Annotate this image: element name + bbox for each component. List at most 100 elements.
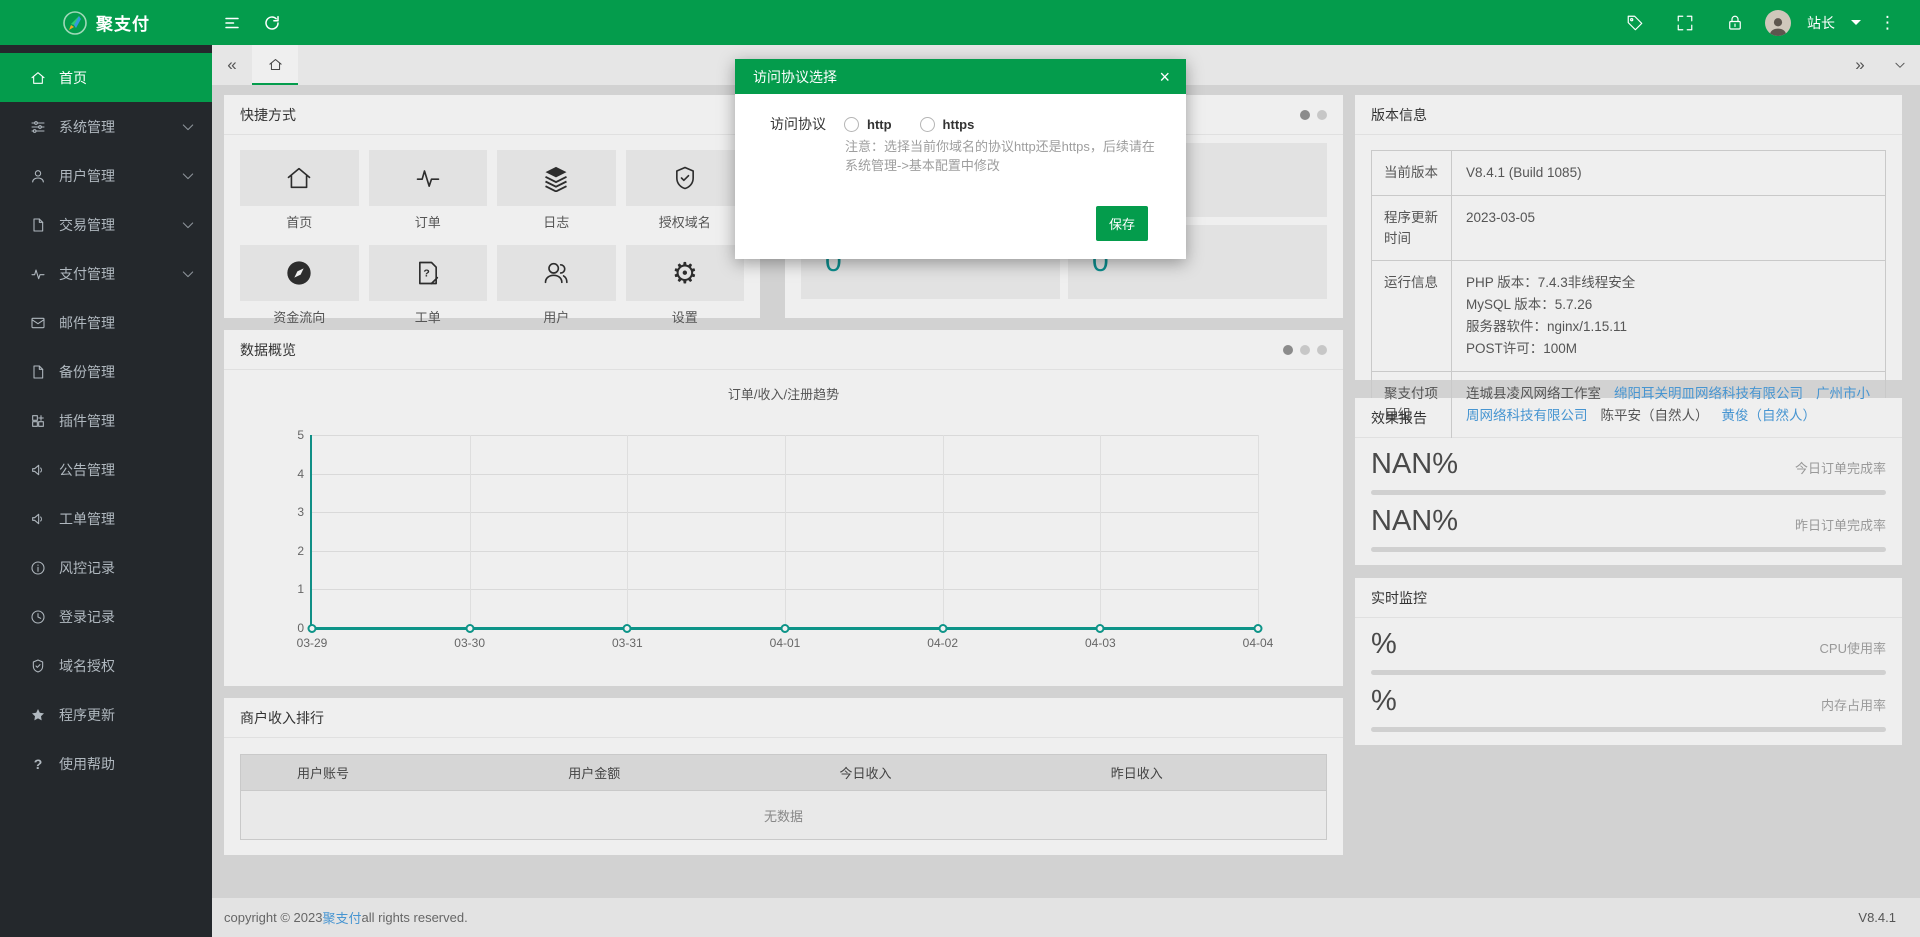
- carousel-dot[interactable]: [1317, 110, 1327, 120]
- sidebar: 首页 系统管理 用户管理 交易管理 支付管理 邮件管理 备份管理: [0, 45, 212, 937]
- chevron-down-icon: [180, 119, 196, 135]
- shield-check-icon: [30, 658, 46, 674]
- quick-item-settings[interactable]: ⚙ 设置: [626, 245, 745, 326]
- topbar-right: 站长 ⋮: [1615, 0, 1920, 45]
- carousel-dot[interactable]: [1300, 110, 1310, 120]
- avatar[interactable]: [1765, 10, 1791, 36]
- svg-text:?: ?: [423, 268, 429, 280]
- quick-item-tickets[interactable]: ? 工单: [369, 245, 488, 326]
- data-point[interactable]: [1254, 624, 1263, 633]
- y-axis-tick: 4: [262, 467, 304, 481]
- quick-item-label: 用户: [497, 307, 616, 326]
- sidebar-item-payments[interactable]: 支付管理: [0, 249, 212, 298]
- sidebar-item-label: 支付管理: [59, 264, 115, 284]
- sidebar-item-announcements[interactable]: 公告管理: [0, 445, 212, 494]
- brand-logo-icon: [62, 10, 88, 36]
- modal-note: 注意：选择当前你域名的协议http还是https，后续请在系统管理->基本配置中…: [845, 138, 1167, 176]
- sidebar-item-domain-license[interactable]: 域名授权: [0, 641, 212, 690]
- data-point[interactable]: [938, 624, 947, 633]
- quick-item-label: 资金流向: [240, 307, 359, 326]
- sidebar-item-home[interactable]: 首页: [0, 53, 212, 102]
- column-header: 今日收入: [784, 763, 1055, 782]
- column-header: 用户金额: [512, 763, 783, 782]
- topbar: 聚支付 站长 ⋮: [0, 0, 1920, 45]
- tabs-menu-button[interactable]: [1880, 45, 1920, 85]
- metric-value: NAN%: [1371, 505, 1458, 538]
- fullscreen-icon[interactable]: [1665, 0, 1705, 45]
- quick-item-orders[interactable]: 订单: [369, 150, 488, 231]
- version-table: 当前版本 V8.4.1 (Build 1085) 程序更新时间 2023-03-…: [1371, 150, 1886, 439]
- more-menu-icon[interactable]: ⋮: [1871, 13, 1904, 33]
- sidebar-item-system[interactable]: 系统管理: [0, 102, 212, 151]
- quick-item-home[interactable]: 首页: [240, 150, 359, 231]
- menu-fold-icon[interactable]: [212, 0, 252, 45]
- save-button[interactable]: 保存: [1096, 206, 1148, 241]
- mail-icon: [30, 315, 46, 331]
- tab-home[interactable]: [252, 45, 298, 85]
- quick-item-logs[interactable]: 日志: [497, 150, 616, 231]
- data-point[interactable]: [1096, 624, 1105, 633]
- sliders-icon: [30, 119, 46, 135]
- carousel-dot[interactable]: [1300, 345, 1310, 355]
- copyright-pre: copyright © 2023: [224, 910, 322, 925]
- user-caret-down-icon[interactable]: [1851, 20, 1861, 25]
- project-member-link[interactable]: 绵阳耳关明皿网络科技有限公司: [1614, 386, 1803, 401]
- panel-title: 实时监控: [1371, 588, 1427, 608]
- sidebar-item-program-update[interactable]: 程序更新: [0, 690, 212, 739]
- tabs-scroll-right-button[interactable]: »: [1840, 45, 1880, 85]
- x-axis-tick: 03-31: [612, 636, 643, 650]
- refresh-icon[interactable]: [252, 0, 292, 45]
- quick-item-licensed-domains[interactable]: 授权域名: [626, 150, 745, 231]
- tag-icon[interactable]: [1615, 0, 1655, 45]
- chevron-down-icon: [1893, 58, 1907, 72]
- question-icon: ?: [30, 756, 46, 772]
- footer-brand-link[interactable]: 聚支付: [322, 908, 361, 927]
- sidebar-item-label: 程序更新: [59, 705, 115, 725]
- radio-label: http: [867, 117, 892, 132]
- quick-item-fund-flow[interactable]: 资金流向: [240, 245, 359, 326]
- progress-bar: [1371, 727, 1886, 732]
- data-point[interactable]: [465, 624, 474, 633]
- sidebar-item-label: 登录记录: [59, 607, 115, 627]
- clock-icon: [30, 609, 46, 625]
- project-member: 陈平安（自然人）: [1601, 408, 1709, 423]
- sidebar-item-users[interactable]: 用户管理: [0, 151, 212, 200]
- data-point[interactable]: [781, 624, 790, 633]
- brand[interactable]: 聚支付: [0, 10, 212, 36]
- tabs-scroll-left-button[interactable]: «: [212, 45, 252, 85]
- radio-https[interactable]: https: [920, 117, 975, 132]
- carousel-dot[interactable]: [1283, 345, 1293, 355]
- sidebar-item-label: 系统管理: [59, 117, 115, 137]
- metric-label: 内存占用率: [1821, 695, 1886, 718]
- data-point[interactable]: [623, 624, 632, 633]
- username[interactable]: 站长: [1807, 13, 1835, 33]
- copyright-post: all rights reserved.: [362, 910, 468, 925]
- users-icon: [542, 259, 570, 287]
- sidebar-item-backup[interactable]: 备份管理: [0, 347, 212, 396]
- chevron-down-icon: [180, 168, 196, 184]
- sidebar-item-help[interactable]: ? 使用帮助: [0, 739, 212, 788]
- lock-icon[interactable]: [1715, 0, 1755, 45]
- sidebar-item-transactions[interactable]: 交易管理: [0, 200, 212, 249]
- radio-circle-icon: [844, 117, 859, 132]
- radio-label: https: [943, 117, 975, 132]
- sidebar-item-plugins[interactable]: 插件管理: [0, 396, 212, 445]
- data-overview-panel: 数据概览 订单/收入/注册趋势: [224, 330, 1343, 686]
- project-member: 连城县凌风网络工作室: [1466, 386, 1601, 401]
- runtime-line: PHP 版本：7.4.3非线程安全: [1466, 272, 1877, 294]
- sidebar-item-risk-log[interactable]: 风控记录: [0, 543, 212, 592]
- carousel-dot[interactable]: [1317, 345, 1327, 355]
- sidebar-item-mail[interactable]: 邮件管理: [0, 298, 212, 347]
- radio-http[interactable]: http: [844, 117, 892, 132]
- data-point[interactable]: [308, 624, 317, 633]
- close-icon[interactable]: ×: [1159, 68, 1170, 86]
- project-member-link[interactable]: 黄俊（自然人）: [1722, 408, 1817, 423]
- quick-item-label: 订单: [369, 212, 488, 231]
- sidebar-item-login-log[interactable]: 登录记录: [0, 592, 212, 641]
- sidebar-item-label: 使用帮助: [59, 754, 115, 774]
- pulse-icon: [414, 164, 442, 192]
- runtime-line: POST许可：100M: [1466, 338, 1877, 360]
- sidebar-item-tickets[interactable]: 工单管理: [0, 494, 212, 543]
- quick-item-users[interactable]: 用户: [497, 245, 616, 326]
- y-axis-tick: 1: [262, 582, 304, 596]
